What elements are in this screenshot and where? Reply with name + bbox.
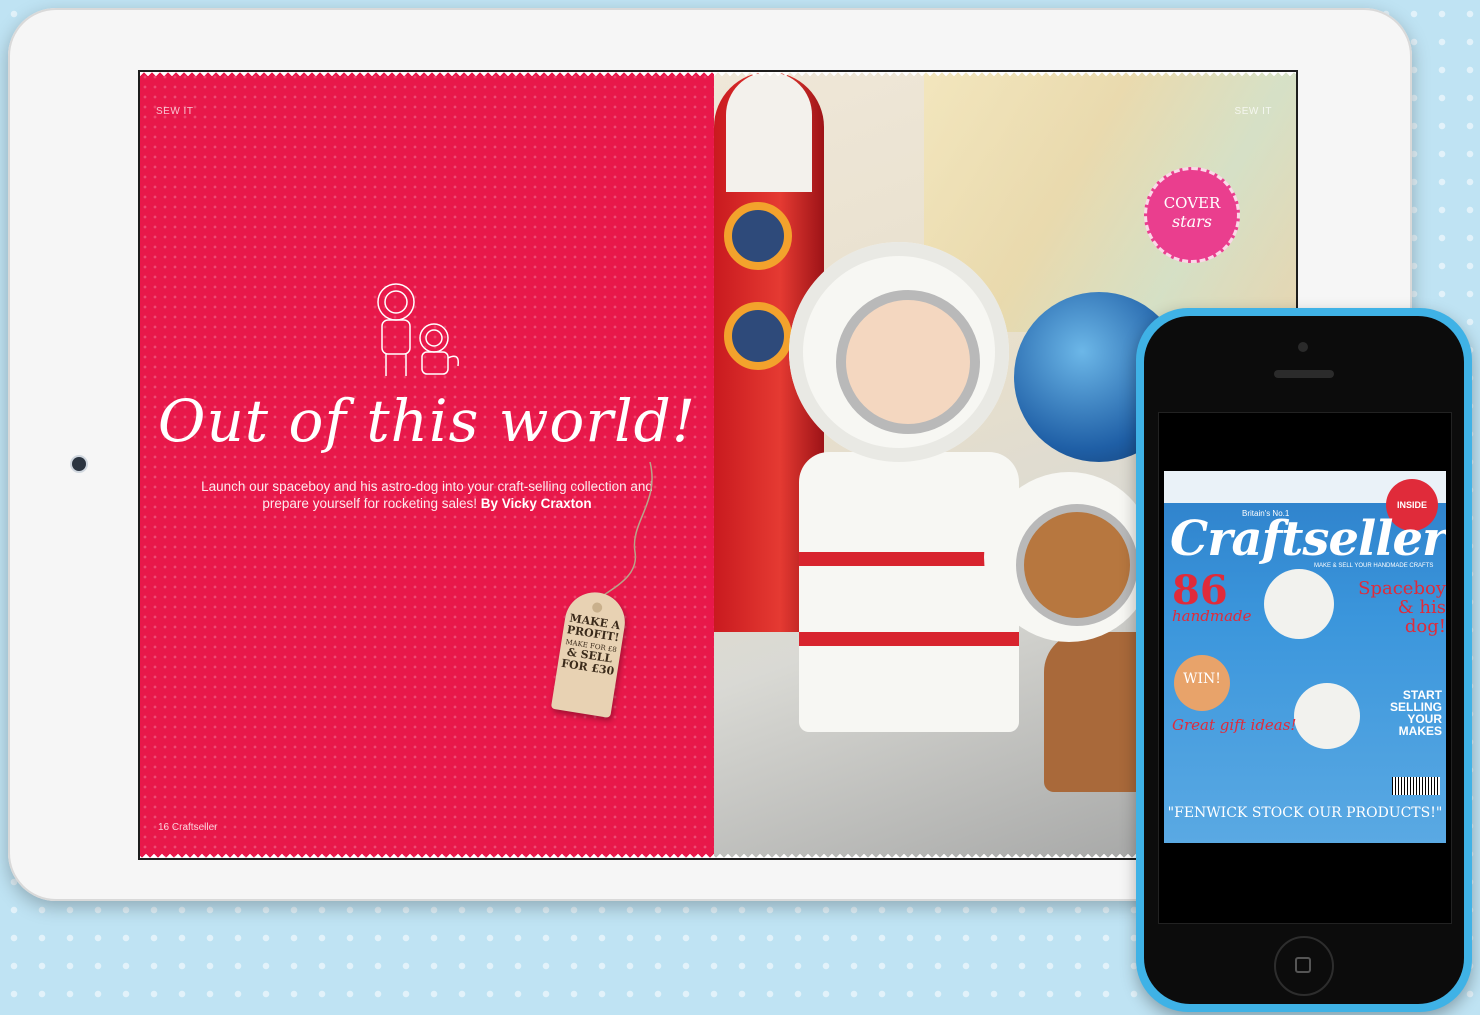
price-tag: MAKE A PROFIT! MAKE FOR £8 & SELL FOR £3… — [550, 588, 630, 718]
phone-speaker — [1274, 370, 1334, 378]
badge-line-2: stars — [1171, 212, 1213, 231]
cover-dog — [1294, 683, 1360, 749]
cover-quote: "FENWICK STOCK OUR PRODUCTS!" — [1167, 805, 1443, 821]
cover-stars-badge: COVER stars — [1144, 167, 1240, 263]
cover-count-label: handmade — [1172, 607, 1252, 625]
article-headline: Out of this world! — [157, 387, 697, 455]
magazine-cover[interactable]: INSIDE Britain's No.1 Craftseller MAKE &… — [1164, 471, 1446, 843]
zigzag-edge — [140, 852, 714, 858]
astro-dog-face — [1016, 504, 1138, 626]
zigzag-edge — [140, 72, 714, 78]
tablet-camera — [72, 457, 86, 471]
page-folio: 16 Craftseller — [158, 822, 218, 833]
magazine-title: Craftseller — [1170, 511, 1446, 567]
badge-line-1: COVER — [1163, 194, 1221, 212]
tablet-screen: SEW IT Out of this world! Launch our spa… — [138, 70, 1298, 860]
cover-start: START SELLING YOUR MAKES — [1389, 688, 1442, 738]
spaceboy-face — [836, 290, 980, 434]
barcode — [1392, 777, 1440, 795]
astronaut-doodle-icon — [377, 283, 460, 376]
win-badge: WIN! — [1174, 655, 1230, 711]
section-label: SEW IT — [156, 106, 194, 117]
zigzag-edge — [714, 72, 1296, 78]
cover-feature: Spaceboy & his dog! — [1358, 578, 1446, 637]
phone-face: INSIDE Britain's No.1 Craftseller MAKE &… — [1144, 316, 1464, 1004]
cover-gift: Great gift ideas! — [1172, 716, 1297, 734]
spaceboy-body — [799, 452, 1019, 732]
tag-string — [589, 462, 653, 608]
magazine-left-page: SEW IT Out of this world! Launch our spa… — [140, 72, 714, 858]
rocket-porthole — [724, 202, 792, 270]
cover-tagline: MAKE & SELL YOUR HANDMADE CRAFTS — [1314, 563, 1434, 569]
phone-device: INSIDE Britain's No.1 Craftseller MAKE &… — [1136, 308, 1472, 1012]
suit-stripe — [799, 632, 1019, 646]
article-byline: By Vicky Craxton — [480, 496, 592, 511]
tag-hole — [591, 601, 603, 614]
rocket-tip — [726, 72, 812, 192]
phone-camera — [1298, 342, 1308, 352]
phone-screen: INSIDE Britain's No.1 Craftseller MAKE &… — [1158, 412, 1452, 924]
section-label: SEW IT — [1234, 106, 1272, 117]
rocket-porthole — [724, 302, 792, 370]
home-button[interactable] — [1274, 936, 1334, 996]
home-square-icon — [1295, 957, 1311, 973]
cover-spaceboy — [1264, 569, 1334, 639]
